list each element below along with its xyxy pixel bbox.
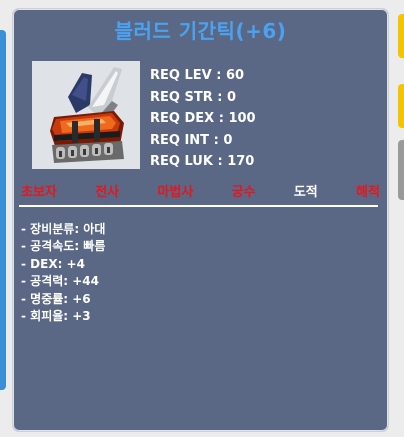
req-luk-label: REQ LUK (150, 154, 213, 169)
req-luk: REQ LUK : 170 (150, 154, 255, 169)
stat-category: - 장비분류: 아대 (21, 222, 106, 236)
stat-accuracy: - 명중률: +6 (21, 291, 91, 306)
req-level: REQ LEV : 60 (150, 68, 245, 83)
req-dex: REQ DEX : 100 (150, 111, 256, 126)
job-thief: 도적 (293, 185, 318, 200)
screen: 블러드 기간틱(+6) REQ LEV: 60 REQ STR: 0 REQ… (0, 0, 404, 437)
req-int-value: 0 (223, 132, 233, 148)
req-level-value: 60 (225, 68, 245, 83)
right-panel-edge-yellow-top (398, 14, 404, 58)
req-str-label: REQ STR (150, 89, 213, 105)
req-int: REQ INT : 0 (150, 132, 233, 148)
item-name: 블러드 기간틱(+6) (114, 19, 287, 43)
req-int-label: REQ INT (150, 132, 210, 148)
job-requirements: 초보자 전사 마법사 궁수 도적 해적 (21, 181, 380, 200)
item-tooltip: 블러드 기간틱(+6) REQ LEV: 60 REQ STR: 0 REQ… (12, 8, 389, 432)
stat-attack-speed: - 공격속도: 빠름 (21, 239, 106, 254)
req-luk-value: 170 (227, 154, 255, 169)
req-str: REQ STR : 0 (150, 89, 237, 105)
left-panel-edge (0, 30, 6, 390)
stat-avoidability: - 회피율: +3 (21, 309, 91, 324)
job-bowman: 궁수 (231, 185, 256, 200)
item-stats: - 장비분류: 아대 - 공격속도: 빠름 - DEX: +4 - 공격력: +… (21, 221, 105, 325)
job-beginner: 초보자 (21, 185, 57, 200)
job-pirate: 해적 (356, 185, 380, 200)
requirements-list: REQ LEV : 60 REQ STR : 0 REQ DEX : 100 R… (150, 65, 256, 173)
right-panel-edge-yellow-middle (398, 84, 404, 128)
divider (19, 205, 378, 207)
stat-dex: - DEX: +4 (21, 256, 85, 271)
job-warrior: 전사 (95, 185, 120, 200)
req-str-value: 0 (226, 89, 237, 105)
bloody-gigantic-claw-icon (32, 61, 140, 169)
stat-attack: - 공격력: +44 (21, 274, 100, 289)
job-magician: 마법사 (157, 185, 194, 200)
req-dex-label: REQ DEX (150, 111, 215, 126)
item-icon-frame (32, 61, 140, 169)
right-panel-edge-gray (398, 140, 404, 200)
req-dex-value: 100 (228, 111, 256, 126)
req-level-label: REQ LEV (150, 68, 212, 83)
